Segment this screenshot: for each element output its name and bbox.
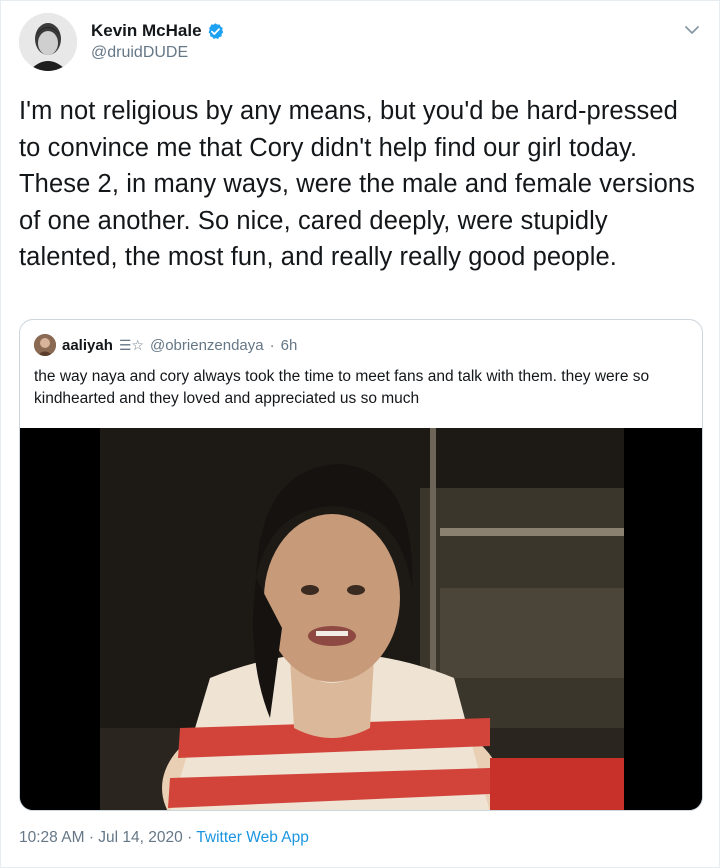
tweet-card: Kevin McHale @druidDUDE I'm not religiou… xyxy=(0,0,720,868)
quoted-tweet-text: the way naya and cory always took the ti… xyxy=(34,368,650,407)
quoted-tweet-header: aaliyah ☰☆ @obrienzendaya · 6h xyxy=(34,334,297,356)
author-avatar[interactable] xyxy=(19,13,77,71)
quoted-tweet[interactable]: aaliyah ☰☆ @obrienzendaya · 6h the way n… xyxy=(19,319,703,811)
tweet-text: I'm not religious by any means, but you'… xyxy=(19,97,695,271)
tweet-meta: 10:28 AM · Jul 14, 2020 · Twitter Web Ap… xyxy=(19,829,309,847)
tweet-date[interactable]: Jul 14, 2020 xyxy=(98,829,182,846)
quoted-video[interactable] xyxy=(20,428,702,810)
tweet-time[interactable]: 10:28 AM xyxy=(19,829,85,846)
video-frame xyxy=(20,428,702,810)
chevron-down-icon[interactable] xyxy=(683,21,701,39)
quoted-time[interactable]: 6h xyxy=(281,337,298,354)
tweet-header: Kevin McHale @druidDUDE xyxy=(19,13,703,73)
meta-separator-1: · xyxy=(88,829,94,846)
author-name[interactable]: Kevin McHale xyxy=(91,21,202,41)
quoted-author-name-glyphs: ☰☆ xyxy=(118,336,144,353)
quoted-author-name[interactable]: aaliyah xyxy=(62,337,113,354)
quoted-author-avatar[interactable] xyxy=(34,334,56,356)
author-handle[interactable]: @druidDUDE xyxy=(91,44,225,62)
verified-badge-icon xyxy=(206,22,225,41)
meta-separator-2: · xyxy=(187,829,193,846)
quoted-author-handle[interactable]: @obrienzendaya xyxy=(150,337,264,354)
source-app-link[interactable]: Twitter Web App xyxy=(196,829,309,846)
author-info: Kevin McHale @druidDUDE xyxy=(91,21,225,62)
quoted-separator: · xyxy=(269,336,275,354)
